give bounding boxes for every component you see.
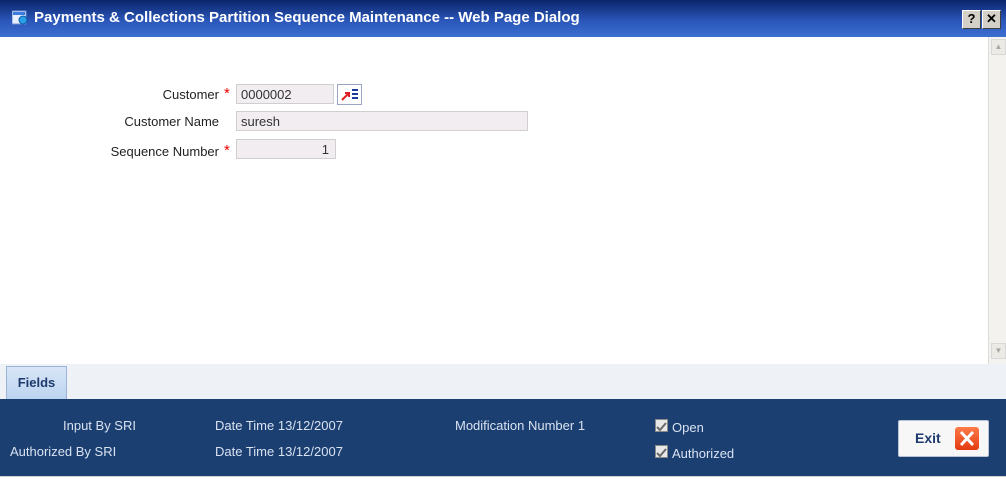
list-of-values-icon — [341, 89, 358, 101]
exit-label: Exit — [915, 430, 941, 446]
bottom-border — [0, 476, 1006, 488]
form-area — [0, 37, 988, 364]
checkmark-icon — [656, 448, 667, 458]
open-checkbox — [655, 419, 668, 432]
window-title: Payments & Collections Partition Sequenc… — [34, 9, 580, 26]
required-marker: * — [224, 85, 230, 102]
required-marker: * — [224, 142, 230, 159]
input-date-time: Date Time 13/12/2007 — [215, 418, 343, 433]
scroll-up-icon[interactable]: ▲ — [991, 39, 1006, 55]
input-by-text: Input By SRI — [63, 418, 136, 433]
customer-lov-button[interactable] — [337, 84, 362, 105]
audit-footer — [0, 399, 1006, 476]
close-button[interactable]: ✕ — [982, 10, 1001, 29]
open-label: Open — [672, 420, 704, 435]
exit-button[interactable]: Exit — [898, 420, 989, 457]
sequence-number-field[interactable]: 1 — [236, 139, 336, 159]
tab-bar — [0, 364, 1006, 399]
authorized-label: Authorized — [672, 446, 735, 461]
help-button[interactable]: ? — [962, 10, 981, 29]
checkmark-icon — [656, 422, 667, 432]
authorized-by-text: Authorized By SRI — [10, 444, 117, 459]
vertical-scrollbar[interactable]: ▲ ▼ — [988, 37, 1006, 364]
customer-label: Customer — [162, 87, 219, 102]
authorized-date-time: Date Time 13/12/2007 — [215, 444, 343, 459]
sequence-number-label: Sequence Number — [110, 144, 219, 159]
customer-name-label: Customer Name — [124, 114, 219, 129]
close-x-icon — [955, 427, 979, 450]
authorized-checkbox — [655, 445, 668, 458]
ie-page-icon — [12, 10, 28, 25]
title-bar: Payments & Collections Partition Sequenc… — [0, 0, 1006, 37]
customer-name-field[interactable]: suresh — [236, 111, 528, 131]
scroll-down-icon[interactable]: ▼ — [991, 343, 1006, 359]
customer-field[interactable]: 0000002 — [236, 84, 334, 104]
modification-number: Modification Number 1 — [455, 418, 586, 433]
tab-fields[interactable]: Fields — [6, 366, 67, 399]
